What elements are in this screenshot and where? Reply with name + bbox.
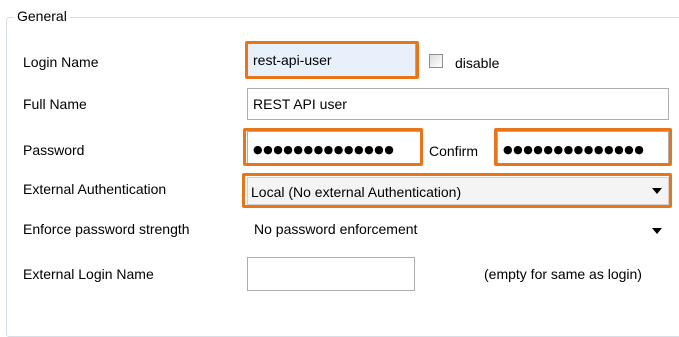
external-login-hint: (empty for same as login) (484, 266, 642, 282)
login-name-label: Login Name (23, 54, 99, 70)
disable-label[interactable]: disable (455, 53, 499, 73)
external-login-name-input[interactable] (247, 257, 415, 291)
full-name-input[interactable]: REST API user (247, 88, 669, 120)
external-authentication-highlight (242, 173, 672, 208)
password-label: Password (23, 142, 85, 158)
confirm-label: Confirm (429, 143, 479, 159)
disable-checkbox[interactable] (429, 54, 443, 68)
enforce-password-strength-value: No password enforcement (254, 221, 418, 237)
chevron-down-icon[interactable] (652, 228, 662, 234)
login-name-highlight (245, 41, 419, 79)
full-name-label: Full Name (23, 96, 87, 112)
confirm-password-highlight (494, 128, 672, 166)
password-highlight (243, 128, 423, 166)
external-authentication-label: External Authentication (23, 181, 167, 197)
enforce-password-strength-label: Enforce password strength (23, 221, 190, 237)
full-name-value: REST API user (253, 96, 347, 112)
group-title: General (14, 7, 70, 25)
enforce-password-strength-select[interactable]: No password enforcement (251, 217, 669, 243)
external-login-name-label: External Login Name (23, 266, 154, 282)
